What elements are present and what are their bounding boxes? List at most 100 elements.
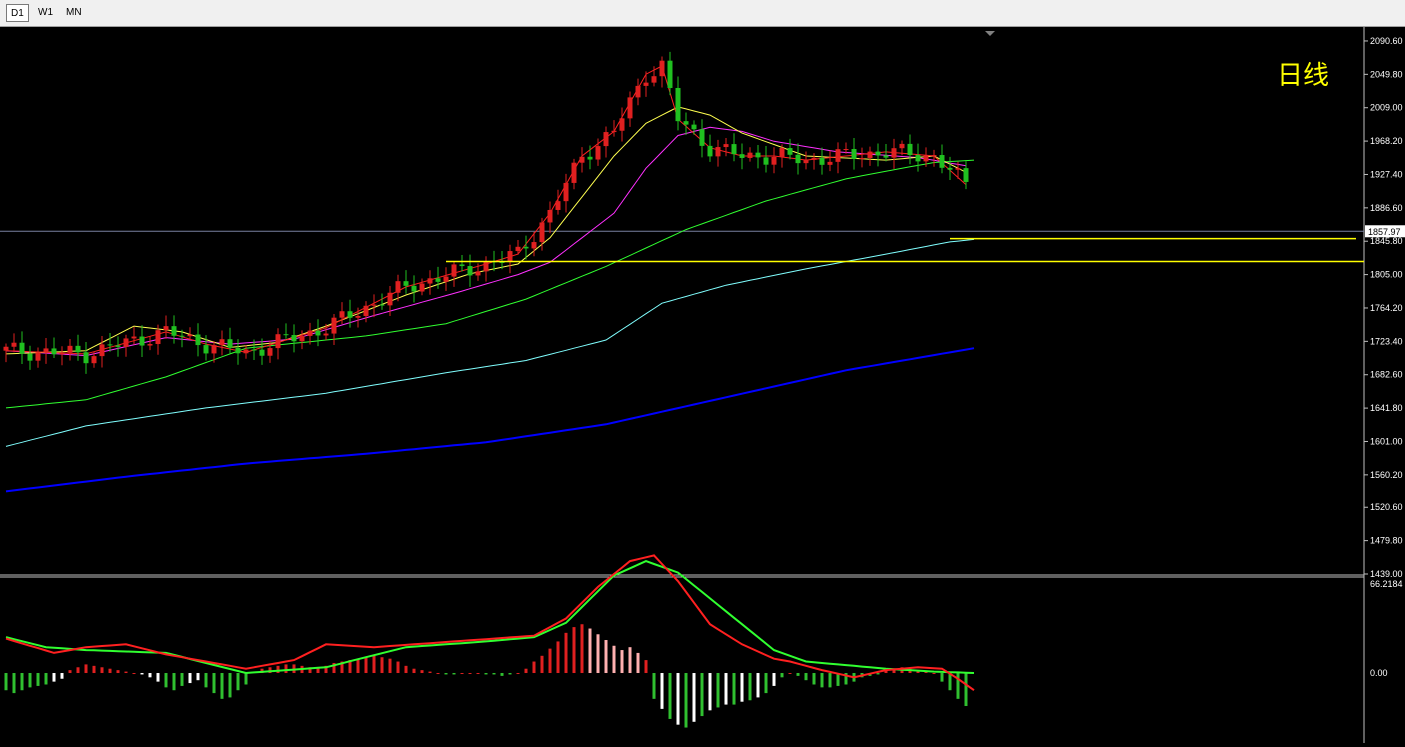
price-tick-label: 1479.80 bbox=[1370, 536, 1403, 546]
candle-body bbox=[771, 156, 777, 165]
timeframe-w1-button[interactable]: W1 bbox=[34, 4, 57, 22]
ma-blue-line bbox=[5, 347, 975, 493]
candle-body bbox=[747, 152, 753, 158]
macd-histogram-bar bbox=[284, 664, 288, 674]
price-tick-label: 1764.20 bbox=[1370, 303, 1403, 313]
macd-histogram-bar bbox=[460, 673, 464, 675]
candle-body bbox=[547, 209, 553, 223]
macd-histogram-bar bbox=[956, 673, 960, 699]
candle-body bbox=[899, 143, 905, 149]
candle-body bbox=[51, 348, 57, 355]
macd-tick-label: 66.2184 bbox=[1370, 579, 1403, 589]
macd-histogram-bar bbox=[492, 673, 496, 675]
macd-histogram-bar bbox=[140, 673, 144, 675]
candle-body bbox=[867, 151, 873, 158]
macd-histogram-bar bbox=[356, 658, 360, 674]
macd-histogram-bar bbox=[780, 673, 784, 678]
macd-histogram-bar bbox=[244, 673, 248, 685]
candle-body bbox=[947, 167, 953, 170]
candle-body bbox=[211, 345, 217, 354]
macd-histogram-bar bbox=[204, 673, 208, 688]
macd-histogram-bar bbox=[692, 673, 696, 722]
candle-body bbox=[723, 144, 729, 148]
candle-body bbox=[755, 152, 761, 158]
macd-histogram-bar bbox=[388, 658, 392, 674]
macd-histogram-bar bbox=[508, 673, 512, 675]
candle-body bbox=[459, 264, 465, 267]
macd-histogram-bar bbox=[172, 673, 176, 691]
chart-area[interactable]: 2090.60 2049.80 2009.00 1968.20 1927.40 1886.… bbox=[0, 27, 1405, 747]
current-price-label: 1857.97 bbox=[1368, 227, 1401, 237]
price-tick-label: 1520.60 bbox=[1370, 502, 1403, 512]
macd-histogram-bar bbox=[716, 673, 720, 708]
candle-body bbox=[739, 154, 745, 158]
macd-histogram-bar bbox=[124, 671, 128, 674]
candle-body bbox=[731, 144, 737, 155]
candle-body bbox=[139, 336, 145, 346]
macd-histogram-bar bbox=[540, 655, 544, 674]
candle-body bbox=[651, 76, 657, 83]
macd-histogram-bar bbox=[580, 624, 584, 674]
macd-histogram-bar bbox=[220, 673, 224, 699]
candle-body bbox=[99, 344, 105, 357]
chart-annotation-label: 日线 bbox=[1277, 60, 1329, 90]
macd-histogram-bar bbox=[764, 673, 768, 694]
candle-body bbox=[115, 345, 121, 347]
candle-body bbox=[915, 155, 921, 162]
candle-body bbox=[619, 118, 625, 131]
macd-histogram-bar bbox=[820, 673, 824, 688]
macd-histogram-bar bbox=[84, 664, 88, 674]
macd-tick-label: 0.00 bbox=[1370, 668, 1388, 678]
macd-histogram-bar bbox=[164, 673, 168, 688]
candle-body bbox=[395, 281, 401, 293]
price-tick-label: 1886.60 bbox=[1370, 203, 1403, 213]
candle-body bbox=[699, 129, 705, 146]
candle-body bbox=[219, 339, 225, 346]
macd-histogram-bar bbox=[52, 673, 56, 682]
candle-body bbox=[939, 155, 945, 168]
price-tick-label: 1560.20 bbox=[1370, 470, 1403, 480]
macd-histogram-bar bbox=[92, 665, 96, 674]
macd-histogram-bar bbox=[132, 673, 136, 675]
timeframe-mn-button[interactable]: MN bbox=[62, 4, 86, 22]
candle-body bbox=[243, 349, 249, 354]
macd-histogram-bar bbox=[156, 673, 160, 682]
candle-body bbox=[147, 344, 153, 346]
price-tick-label: 1641.80 bbox=[1370, 403, 1403, 413]
macd-histogram-bar bbox=[828, 673, 832, 688]
macd-histogram-bar bbox=[276, 665, 280, 674]
macd-histogram-bar bbox=[420, 670, 424, 674]
candle-body bbox=[819, 157, 825, 165]
macd-histogram-bar bbox=[604, 640, 608, 674]
macd-histogram-bar bbox=[180, 673, 184, 686]
macd-histogram-bar bbox=[4, 673, 8, 691]
macd-histogram-bar bbox=[436, 673, 440, 675]
macd-histogram-bar bbox=[396, 661, 400, 674]
candle-body bbox=[467, 266, 473, 276]
candle-body bbox=[379, 304, 385, 306]
candle-body bbox=[171, 326, 177, 336]
candle-body bbox=[275, 334, 281, 349]
macd-histogram-bar bbox=[68, 670, 72, 674]
candle-body bbox=[291, 335, 297, 342]
candle-body bbox=[363, 305, 369, 316]
candle-body bbox=[691, 124, 697, 130]
timeframe-d1-button[interactable]: D1 bbox=[6, 4, 29, 22]
candle-body bbox=[355, 315, 361, 318]
candle-body bbox=[331, 317, 337, 334]
macd-histogram-bar bbox=[364, 657, 368, 674]
macd-histogram-bar bbox=[548, 648, 552, 674]
candle-body bbox=[683, 121, 689, 125]
chart-canvas[interactable]: 2090.60 2049.80 2009.00 1968.20 1927.40 1886.… bbox=[0, 27, 1405, 747]
candle-body bbox=[251, 349, 257, 351]
candle-body bbox=[563, 182, 569, 202]
macd-histogram-bar bbox=[404, 665, 408, 674]
candle-body bbox=[715, 147, 721, 157]
macd-histogram-bar bbox=[636, 652, 640, 674]
candle-body bbox=[571, 162, 577, 183]
candle-body bbox=[675, 87, 681, 122]
macd-histogram-bar bbox=[588, 628, 592, 674]
candle-body bbox=[19, 342, 25, 354]
macd-histogram-bar bbox=[932, 673, 936, 675]
candle-body bbox=[875, 151, 881, 156]
